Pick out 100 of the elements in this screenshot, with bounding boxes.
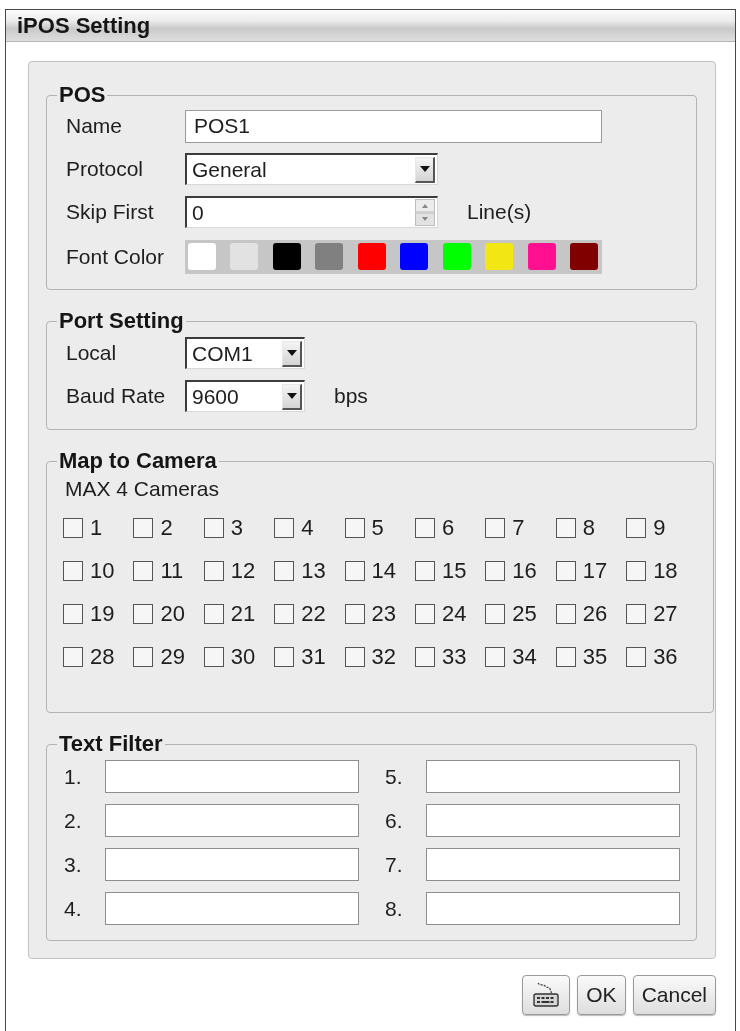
checkbox-label: 10 — [90, 557, 115, 584]
filter-input-field[interactable] — [426, 892, 680, 925]
keyboard-button[interactable] — [522, 975, 571, 1015]
checkbox-label: 33 — [441, 643, 467, 670]
checkbox[interactable] — [626, 517, 647, 538]
checkbox[interactable] — [344, 646, 365, 667]
unit-label: Line(s) — [467, 200, 532, 224]
filter-input-field[interactable] — [105, 760, 359, 793]
checkbox[interactable] — [626, 603, 647, 624]
checkbox[interactable] — [555, 646, 576, 667]
up-down-arrows-icon[interactable] — [415, 199, 435, 226]
checkbox-label: 7 — [512, 514, 525, 541]
checkbox-label: 25 — [512, 600, 537, 627]
unit-label: bps — [334, 384, 368, 408]
checkbox-label: 9 — [653, 514, 666, 541]
checkbox[interactable] — [203, 517, 224, 538]
field-label: Local — [65, 341, 118, 365]
group-title: Map to Camera — [58, 449, 218, 473]
checkbox[interactable] — [485, 560, 506, 581]
color-swatch-icon[interactable] — [485, 243, 514, 270]
checkbox[interactable] — [344, 560, 365, 581]
checkbox[interactable] — [133, 603, 154, 624]
checkbox[interactable] — [485, 603, 506, 624]
filter-input-field[interactable] — [105, 804, 359, 837]
checkbox[interactable] — [274, 603, 295, 624]
checkbox-label: 31 — [301, 643, 326, 670]
field-label: Baud Rate — [65, 384, 167, 408]
checkbox-label: 22 — [301, 600, 326, 627]
checkbox-label: 34 — [512, 643, 537, 670]
color-swatch-icon[interactable] — [315, 243, 344, 270]
field-label: Name — [65, 114, 124, 138]
color-swatch-icon[interactable] — [357, 243, 386, 270]
checkbox[interactable] — [414, 560, 435, 581]
checkbox-label: 35 — [582, 643, 608, 670]
filter-input-field[interactable] — [426, 804, 680, 837]
checkbox[interactable] — [133, 517, 154, 538]
filter-number-label: 8. — [384, 896, 404, 921]
checkbox[interactable] — [414, 517, 435, 538]
dropdown[interactable]: 9600 — [185, 380, 305, 412]
checkbox[interactable] — [485, 646, 506, 667]
checkbox-label: 8 — [582, 514, 595, 541]
checkbox[interactable] — [274, 560, 295, 581]
field-label: Protocol — [65, 157, 145, 181]
checkbox-label: 36 — [653, 643, 678, 670]
checkbox[interactable] — [344, 603, 365, 624]
checkbox[interactable] — [414, 646, 435, 667]
checkbox-label: 4 — [301, 514, 314, 541]
checkbox-label: 21 — [230, 600, 256, 627]
checkbox[interactable] — [555, 560, 576, 581]
checkbox[interactable] — [63, 560, 83, 581]
field-label: Font Color — [65, 244, 166, 269]
group-title: POS — [58, 83, 107, 107]
checkbox-label: 26 — [582, 600, 608, 627]
checkbox[interactable] — [626, 646, 647, 667]
checkbox[interactable] — [626, 560, 647, 581]
color-swatch-icon[interactable] — [272, 243, 301, 270]
color-swatch-icon[interactable] — [527, 243, 556, 270]
text-field[interactable]: POS1 — [185, 109, 602, 143]
color-swatch-icon[interactable] — [400, 243, 429, 270]
checkbox-label: 32 — [371, 643, 397, 670]
checkbox[interactable] — [344, 517, 365, 538]
checkbox[interactable] — [63, 646, 83, 667]
checkbox-label: 3 — [230, 514, 244, 541]
filter-input-field[interactable] — [426, 760, 680, 793]
checkbox[interactable] — [133, 646, 154, 667]
checkbox[interactable] — [203, 560, 224, 581]
dropdown[interactable]: COM1 — [185, 337, 305, 369]
checkbox-label: 19 — [90, 600, 115, 627]
checkbox-label: 13 — [301, 557, 326, 584]
checkbox[interactable] — [203, 646, 224, 667]
checkbox-label: 29 — [160, 643, 185, 670]
color-swatch-icon[interactable] — [442, 243, 471, 270]
color-swatch-icon[interactable] — [188, 243, 216, 270]
checkbox[interactable] — [203, 603, 224, 624]
checkbox-label: 23 — [371, 600, 397, 627]
dialog-button[interactable]: OK — [577, 975, 626, 1015]
checkbox[interactable] — [414, 603, 435, 624]
checkbox[interactable] — [555, 603, 576, 624]
filter-number-label: 5. — [384, 764, 404, 789]
caret-icon — [282, 383, 302, 410]
filter-input-field[interactable] — [426, 848, 680, 881]
checkbox[interactable] — [485, 517, 506, 538]
checkbox[interactable] — [133, 560, 154, 581]
filter-input-field[interactable] — [105, 892, 359, 925]
color-swatch-icon[interactable] — [230, 243, 259, 270]
checkbox[interactable] — [63, 603, 83, 624]
checkbox[interactable] — [274, 646, 295, 667]
checkbox[interactable] — [555, 517, 576, 538]
checkbox[interactable] — [63, 517, 83, 538]
dialog-button[interactable]: Cancel — [632, 975, 716, 1015]
spinner-field[interactable]: 0 — [185, 196, 438, 228]
note-text: MAX 4 Cameras — [64, 477, 221, 501]
dropdown[interactable]: General — [185, 153, 438, 185]
checkbox[interactable] — [274, 517, 295, 538]
color-swatch-icon[interactable] — [569, 243, 598, 270]
checkbox-label: 27 — [653, 600, 678, 627]
filter-input-field[interactable] — [105, 848, 359, 881]
checkbox-label: 2 — [160, 514, 173, 541]
caret-icon — [282, 340, 302, 367]
keyboard-icon — [532, 982, 561, 1008]
